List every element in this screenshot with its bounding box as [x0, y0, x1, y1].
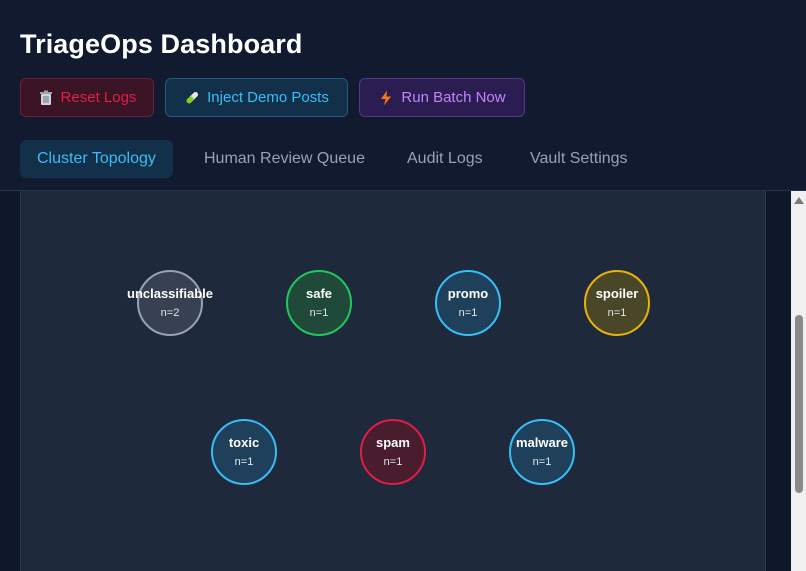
cluster-count: n=1 [458, 307, 478, 319]
run-batch-button[interactable]: Run Batch Now [359, 78, 525, 117]
reset-logs-label: Reset Logs [60, 89, 137, 106]
page-title: TriageOps Dashboard [20, 29, 303, 59]
cluster-label: spoiler [595, 286, 639, 301]
cluster-node-promo[interactable] [435, 270, 501, 336]
cluster-node-unclassifiable[interactable] [137, 270, 203, 336]
dashboard-page: TriageOps Dashboard Reset Logs Inject De… [0, 0, 806, 571]
lightning-icon [381, 90, 392, 105]
cluster-node-malware[interactable] [509, 419, 575, 485]
cluster-label: malware [515, 435, 569, 450]
cluster-node-spoiler[interactable] [584, 270, 650, 336]
vertical-scrollbar[interactable] [791, 191, 806, 571]
cluster-count: n=1 [383, 456, 403, 468]
cluster-count: n=1 [309, 307, 329, 319]
reset-logs-button[interactable]: Reset Logs [20, 78, 154, 117]
scroll-up-arrow-icon[interactable] [794, 197, 804, 204]
header: TriageOps Dashboard Reset Logs Inject De… [0, 0, 806, 191]
tab-human-review-queue[interactable]: Human Review Queue [204, 140, 365, 178]
cluster-node-toxic[interactable] [211, 419, 277, 485]
cluster-node-safe[interactable] [286, 270, 352, 336]
inject-demo-posts-button[interactable]: Inject Demo Posts [165, 78, 348, 117]
scrollbar-thumb[interactable] [795, 315, 803, 493]
cluster-count: n=1 [234, 456, 254, 468]
cluster-label: promo [447, 286, 489, 301]
inject-demo-posts-label: Inject Demo Posts [207, 89, 329, 106]
cluster-label: safe [305, 286, 333, 301]
tab-vault-settings[interactable]: Vault Settings [530, 140, 628, 178]
test-tube-icon [186, 91, 199, 103]
run-batch-label: Run Batch Now [401, 89, 506, 106]
tab-audit-logs[interactable]: Audit Logs [407, 140, 483, 178]
trash-icon [39, 90, 52, 105]
cluster-count: n=1 [607, 307, 627, 319]
cluster-label: spam [376, 435, 410, 450]
cluster-label: unclassifiable [127, 286, 213, 301]
cluster-label: toxic [228, 435, 260, 450]
cluster-count: n=1 [532, 456, 552, 468]
cluster-node-spam[interactable] [360, 419, 426, 485]
tab-cluster-topology[interactable]: Cluster Topology [20, 140, 173, 178]
cluster-topology-panel: unclassifiable n=2 safe n=1 promo n=1 sp… [20, 191, 766, 571]
cluster-count: n=2 [160, 307, 180, 319]
